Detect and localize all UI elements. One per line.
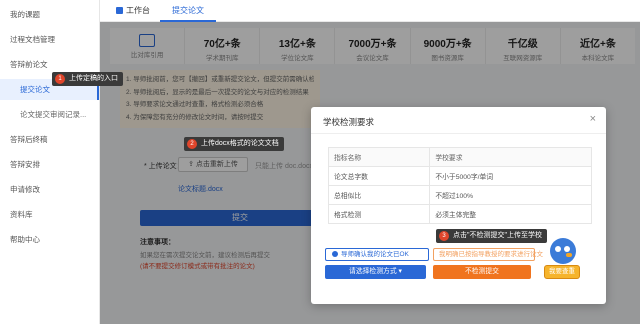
table-row: 论文总字数 不小于5000字/单词 [327, 166, 592, 186]
step-badge: 2 [187, 139, 197, 149]
close-icon[interactable]: × [590, 113, 596, 125]
top-tab-bar: 工作台 提交论文 [100, 0, 640, 22]
school-check-modal: 学校检测要求 × 指标名称 学校要求 论文总字数 不小于5000字/单词 总相似… [311, 107, 606, 304]
table-cell: 格式检测 [327, 204, 431, 224]
table-header-cell: 指标名称 [327, 147, 431, 167]
step-badge: 1 [55, 74, 65, 84]
requirements-table: 指标名称 学校要求 论文总字数 不小于5000字/单词 总相似比 不超过100%… [327, 147, 592, 224]
callout-step-1: 1 上传定稿的入口 [52, 72, 123, 86]
modal-title: 学校检测要求 [323, 117, 375, 127]
user-icon [332, 251, 338, 257]
penguin-mascot-icon [550, 238, 576, 264]
mascot-check-button[interactable]: 我要查重 [544, 238, 580, 282]
sidebar-item-apply-modify[interactable]: 申请修改 [0, 179, 99, 200]
check-now-button[interactable]: 我要查重 [544, 265, 580, 279]
divider [311, 133, 606, 134]
sidebar-item-my-topic[interactable]: 我的课题 [0, 4, 99, 25]
callout-step-3: 3 点击"不检测提交"上传至学校 [436, 229, 547, 243]
table-cell: 论文总字数 [327, 166, 431, 186]
callout-text: 上传定稿的入口 [69, 75, 118, 82]
sidebar-item-library[interactable]: 资料库 [0, 204, 99, 225]
callout-text: 点击"不检测提交"上传至学校 [453, 232, 542, 239]
table-row: 总相似比 不超过100% [327, 185, 592, 205]
confirm-ok-label: 导师确认我的论文已OK [341, 251, 409, 258]
callout-step-2: 2 上传docx格式的论文文档 [184, 137, 284, 151]
sidebar-item-help[interactable]: 帮助中心 [0, 229, 99, 250]
sidebar: 我的课题 过程文档管理 答辩前论文 提交论文 论文提交审阅记录... 答辩后终稿… [0, 0, 100, 324]
step-badge: 3 [439, 231, 449, 241]
mascot-eye [564, 246, 570, 252]
table-cell: 总相似比 [327, 185, 431, 205]
select-check-method-button[interactable]: 请选择检测方式 ▾ [325, 265, 426, 279]
sidebar-item-review-records[interactable]: 论文提交审阅记录... [0, 104, 99, 125]
callout-text: 上传docx格式的论文文档 [201, 140, 279, 147]
tab-submit-paper[interactable]: 提交论文 [160, 0, 216, 22]
sidebar-item-defense-schedule[interactable]: 答辩安排 [0, 154, 99, 175]
table-row: 格式检测 必须主体完整 [327, 204, 592, 224]
table-cell: 不超过100% [429, 185, 592, 205]
confirm-ok-option[interactable]: 导师确认我的论文已OK [325, 248, 429, 261]
sidebar-item-final-draft[interactable]: 答辩后终稿 [0, 129, 99, 150]
table-header-cell: 学校要求 [429, 147, 592, 167]
table-cell: 不小于5000字/单词 [429, 166, 592, 186]
sidebar-item-process-docs[interactable]: 过程文档管理 [0, 29, 99, 50]
guide-confirm-option[interactable]: 我明确已按指导教授的要求进行论文 [433, 248, 543, 261]
mascot-eye [555, 246, 561, 252]
mascot-beak [566, 253, 572, 257]
submit-without-check-button[interactable]: 不检测提交 [433, 265, 531, 279]
tab-workspace-label: 工作台 [126, 6, 150, 15]
table-cell: 必须主体完整 [429, 204, 592, 224]
tab-workspace[interactable]: 工作台 [116, 0, 150, 22]
table-header-row: 指标名称 学校要求 [327, 147, 592, 167]
grid-icon [116, 7, 123, 14]
